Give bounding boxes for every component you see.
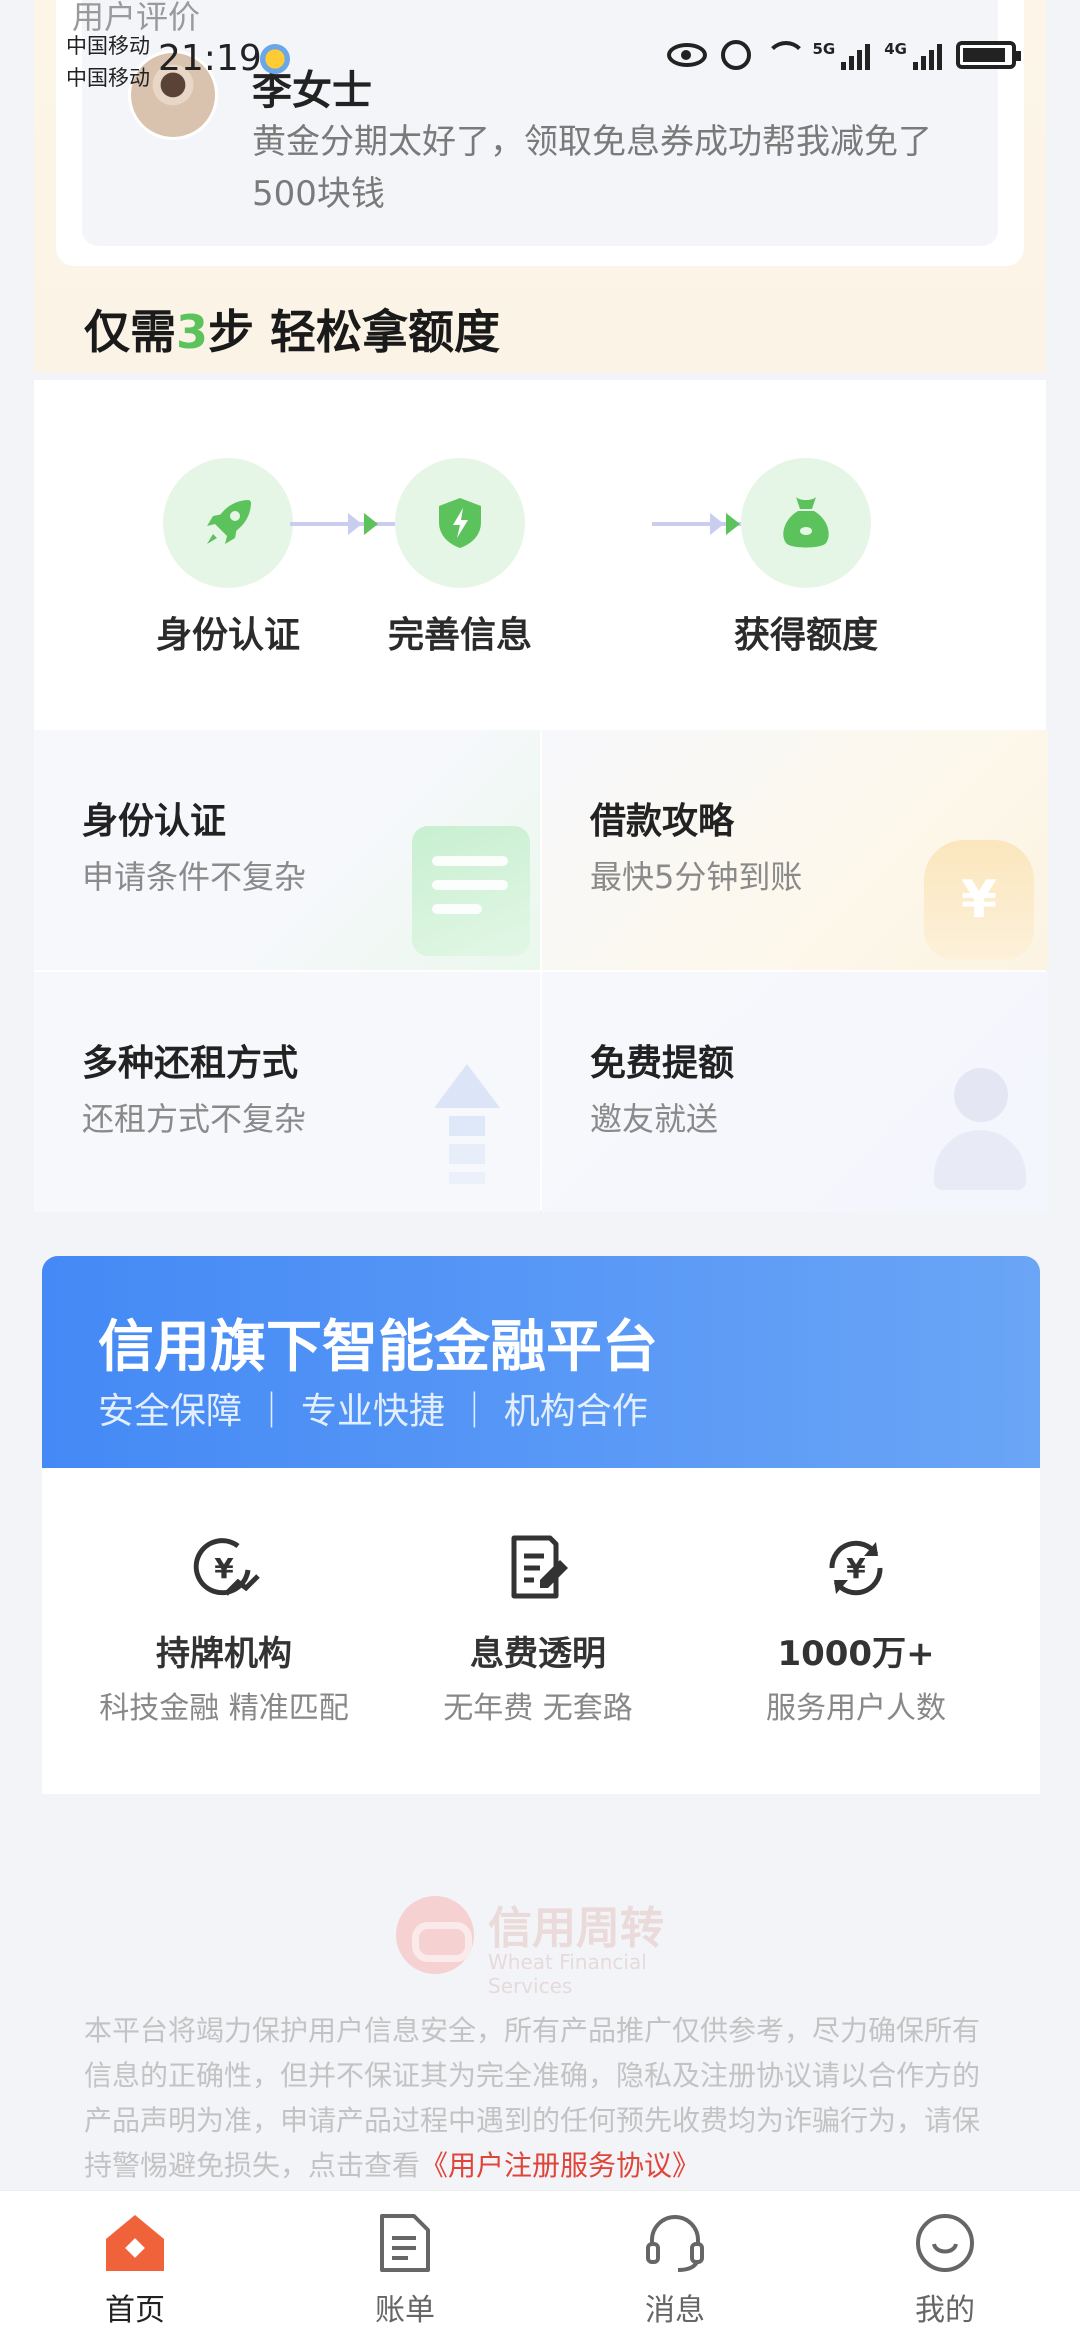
bill-icon [373,2211,437,2275]
stat-subtitle: 无年费 无套路 [443,1691,633,1726]
shield-icon [439,498,481,548]
nav-item-messages[interactable]: 消息 [610,2211,740,2329]
steps-panel: 身份认证 完善信息 获得额度 身份认证 申请条件不复杂 借款攻略 最快5分钟到账… [34,380,1048,1212]
stat-subtitle: 服务用户人数 [766,1691,946,1726]
feature-title: 免费提额 [590,1043,735,1084]
steps-title: 仅需3步 轻松拿额度 [84,296,500,362]
stat-users: ¥ 1000万+ 服务用户人数 [706,1530,1006,1727]
step-label: 完善信息 [387,615,532,656]
disclaimer-text: 本平台将竭力保护用户信息安全，所有产品推广仅供参考，尽力确保所有信息的正确性，但… [84,2008,1004,2188]
stat-title: 1000万+ [777,1634,935,1674]
carrier-label-2: 中国移动 [66,66,150,90]
stat-transparent: 息费透明 无年费 无套路 [388,1530,688,1727]
steps-title-prefix: 仅需 [84,305,176,359]
banner-subtitle: 安全保障 ｜ 专业快捷 ｜ 机构合作 [98,1391,648,1432]
money-bag-icon [783,497,829,548]
status-bar: 中国移动 中国移动 21:19 5G 4G [0,0,1080,110]
alarm-icon [720,40,751,70]
feature-repay-methods[interactable]: 多种还租方式 还租方式不复杂 [34,972,540,1212]
steps-title-suffix: 步 轻松拿额度 [208,305,501,359]
status-time: 21:19 [158,38,262,79]
steps-title-number: 3 [176,305,209,359]
step-label: 身份认证 [155,615,300,656]
battery-icon [956,41,1021,69]
nav-item-home[interactable]: 首页 [70,2211,200,2329]
step-complete-info[interactable]: 完善信息 [360,458,560,658]
step-circle [741,458,871,588]
signal-icon-2 [913,40,942,70]
brand-logo: 信用周转 Wheat Financial Services [396,1890,696,1998]
stat-licensed: ¥ 持牌机构 科技金融 精准匹配 [74,1530,374,1727]
feature-identity[interactable]: 身份认证 申请条件不复杂 [34,730,540,970]
svg-text:¥: ¥ [846,1552,866,1585]
signal-icon [841,40,871,70]
brand-name: 信用周转 [488,1903,664,1954]
agreement-link[interactable]: 《用户注册服务协议》 [420,2149,700,2182]
bottom-nav: 首页 账单 消息 我的 [0,2190,1080,2340]
arrow-up-decor-icon [434,1064,500,1204]
feature-subtitle: 申请条件不复杂 [82,858,307,896]
nav-label: 消息 [645,2293,705,2328]
eye-comfort-icon [666,43,707,67]
home-icon [103,2211,167,2275]
step-circle [395,458,525,588]
stat-title: 息费透明 [470,1634,606,1674]
feature-loan-guide[interactable]: 借款攻略 最快5分钟到账 ¥ [542,730,1048,970]
banner-title: 信用旗下智能金融平台 [98,1315,658,1380]
wifi-icon [764,41,807,69]
feature-subtitle: 还租方式不复杂 [82,1100,307,1138]
feature-subtitle: 邀友就送 [590,1100,719,1138]
headset-icon [643,2211,707,2275]
network-type-5g: 5G [812,40,836,58]
nav-label: 首页 [105,2293,165,2328]
status-icons: 5G 4G [666,40,1021,70]
platform-banner: 信用旗下智能金融平台 安全保障 ｜ 专业快捷 ｜ 机构合作 [42,1256,1040,1468]
rocket-icon [207,500,251,544]
feature-title: 身份认证 [82,801,227,842]
step-identity[interactable]: 身份认证 [128,458,328,658]
document-edit-icon [498,1530,578,1606]
weather-icon [260,44,290,74]
brand-mark-icon [396,1896,474,1974]
step-circle [163,458,293,588]
document-decor-icon [412,826,530,956]
feature-subtitle: 最快5分钟到账 [590,858,803,896]
review-text: 黄金分期太好了，领取免息券成功帮我减免了500块钱 [252,122,932,214]
feature-title: 多种还租方式 [82,1043,299,1084]
stats-panel: ¥ 持牌机构 科技金融 精准匹配 息费透明 无年费 无套路 ¥ 1000万+ 服… [42,1468,1040,1794]
nav-item-bill[interactable]: 账单 [340,2211,470,2329]
yen-refresh-icon: ¥ [816,1530,896,1606]
yen-bag-decor-icon: ¥ [924,840,1034,960]
carrier-label-1: 中国移动 [66,34,150,58]
svg-text:¥: ¥ [214,1552,234,1585]
user-decor-icon [926,1068,1044,1190]
feature-free-raise[interactable]: 免费提额 邀友就送 [542,972,1048,1212]
brand-english-name: Wheat Financial Services [488,1950,647,1998]
step-label: 获得额度 [733,615,878,656]
nav-label: 我的 [915,2293,975,2328]
smile-icon [913,2211,977,2275]
stat-title: 持牌机构 [156,1634,292,1674]
feature-title: 借款攻略 [590,801,735,842]
step-get-credit[interactable]: 获得额度 [706,458,906,658]
stat-subtitle: 科技金融 精准匹配 [99,1691,349,1726]
nav-item-profile[interactable]: 我的 [880,2211,1010,2329]
network-type-4g: 4G [884,40,907,58]
nav-label: 账单 [375,2293,435,2328]
yen-coin-icon: ¥ [184,1530,264,1606]
